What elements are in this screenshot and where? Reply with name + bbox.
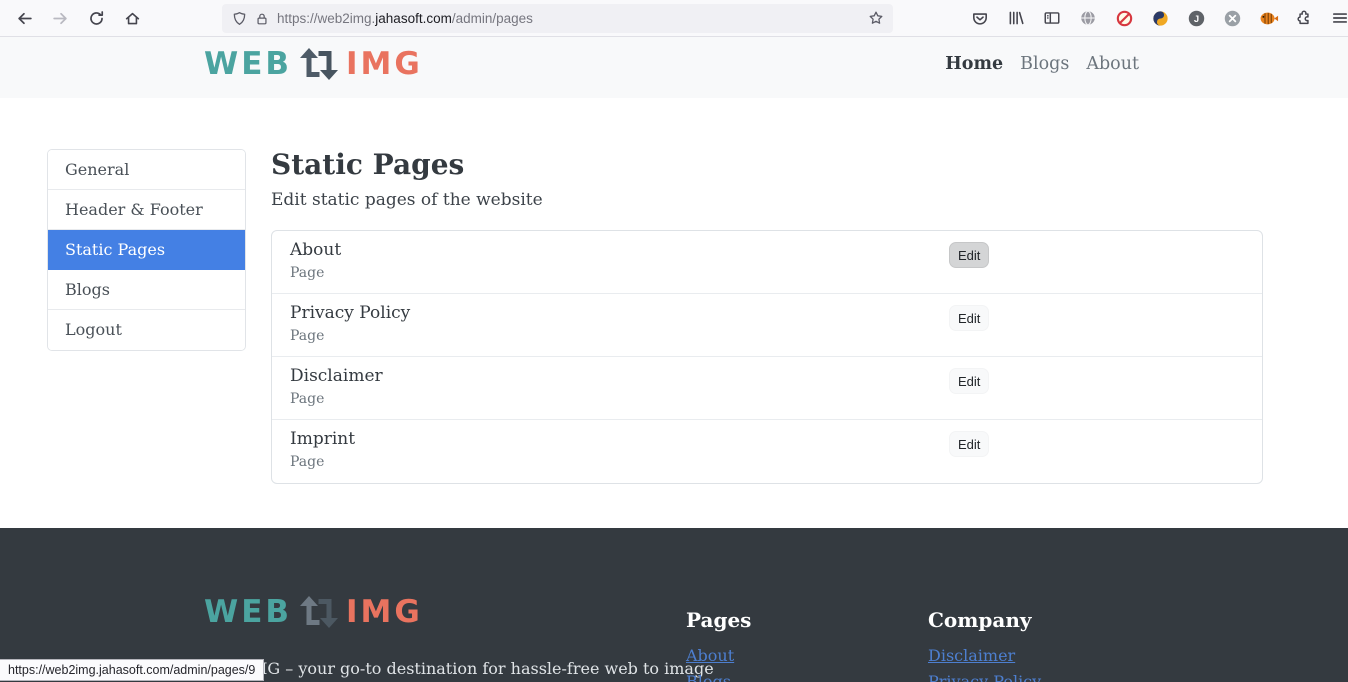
- blocker-extension-icon[interactable]: [1106, 2, 1142, 34]
- footer-pages-column: Pages About Blogs: [686, 608, 751, 682]
- site-header: WEB IMG Home Blogs About: [0, 37, 1348, 98]
- static-page-row: About Page Edit: [272, 231, 1262, 294]
- j-avatar-extension-icon[interactable]: J: [1178, 2, 1214, 34]
- footer-link[interactable]: Disclaimer: [928, 646, 1015, 665]
- toolbar-extensions: J: [962, 2, 1348, 34]
- bookmark-star-icon[interactable]: [868, 10, 884, 29]
- nav-link[interactable]: Blogs: [1020, 54, 1069, 74]
- static-pages-list: About Page Edit Privacy Policy Page Edit…: [271, 230, 1263, 484]
- page-title: Static Pages: [271, 148, 465, 181]
- forward-icon: [52, 12, 67, 24]
- footer-logo-web-text: WEB: [204, 594, 292, 630]
- page-subtitle: Edit static pages of the website: [271, 190, 543, 210]
- static-page-row: Imprint Page Edit: [272, 420, 1262, 483]
- edit-button[interactable]: Edit: [949, 242, 990, 268]
- sidebar-toggle-icon[interactable]: [1034, 2, 1070, 34]
- home-button[interactable]: [116, 2, 148, 34]
- globe-extension-icon[interactable]: [1070, 2, 1106, 34]
- footer-link-item: Disclaimer: [928, 643, 1041, 669]
- reload-icon: [89, 10, 103, 25]
- fish-extension-icon[interactable]: [1250, 2, 1286, 34]
- logo-web-text: WEB: [204, 46, 292, 82]
- sidebar-item[interactable]: Blogs: [48, 270, 245, 310]
- footer-company-links: Disclaimer Privacy Policy: [928, 643, 1041, 682]
- browser-toolbar: https://web2img. jahasoft.com/admin/pages…: [0, 0, 1348, 37]
- static-page-row: Privacy Policy Page Edit: [272, 294, 1262, 357]
- edit-button[interactable]: Edit: [949, 368, 990, 394]
- footer-link-item: About: [686, 643, 751, 669]
- menu-hamburger-icon[interactable]: [1322, 2, 1348, 34]
- sidebar-item[interactable]: Header & Footer: [48, 190, 245, 230]
- sidebar-item[interactable]: Static Pages: [48, 230, 245, 270]
- url-domain: jahasoft.com: [375, 11, 452, 26]
- browser-nav-buttons: [8, 2, 148, 34]
- site-logo[interactable]: WEB IMG: [204, 46, 423, 82]
- home-icon: [125, 12, 139, 24]
- footer-logo-img-text: IMG: [346, 594, 423, 630]
- footer-link[interactable]: About: [686, 646, 734, 665]
- sidebar-item[interactable]: General: [48, 150, 245, 190]
- reload-button[interactable]: [80, 2, 112, 34]
- url-prefix: https://web2img.: [277, 11, 376, 26]
- edit-button[interactable]: Edit: [949, 305, 990, 331]
- static-page-title: Privacy Policy: [290, 303, 411, 323]
- logo-img-text: IMG: [346, 46, 423, 82]
- static-page-row: Disclaimer Page Edit: [272, 357, 1262, 420]
- static-page-type: Page: [290, 265, 325, 281]
- svg-text:J: J: [1193, 14, 1198, 25]
- footer-link-item: Privacy Policy: [928, 669, 1041, 682]
- site-nav: Home Blogs About: [945, 54, 1139, 74]
- static-page-type: Page: [290, 454, 325, 470]
- footer-company-column: Company Disclaimer Privacy Policy: [928, 608, 1041, 682]
- nav-link[interactable]: About: [1086, 54, 1139, 74]
- sidebar-item[interactable]: Logout: [48, 310, 245, 350]
- footer-pages-links: About Blogs: [686, 643, 751, 682]
- swap-arrows-icon: [300, 596, 338, 628]
- lock-icon[interactable]: [255, 12, 269, 26]
- swirl-extension-icon[interactable]: [1142, 2, 1178, 34]
- footer-tagline: MG – your go-to destination for hassle-f…: [251, 659, 714, 678]
- footer-link-item: Blogs: [686, 669, 751, 682]
- static-page-title: About: [290, 240, 342, 260]
- static-page-type: Page: [290, 391, 325, 407]
- back-button[interactable]: [8, 2, 40, 34]
- static-page-title: Disclaimer: [290, 366, 383, 386]
- url-path: /admin/pages: [451, 11, 533, 26]
- swap-arrows-icon: [300, 48, 338, 80]
- footer-column-heading: Company: [928, 608, 1032, 632]
- footer-logo[interactable]: WEB IMG: [204, 594, 423, 630]
- nav-link[interactable]: Home: [945, 54, 1003, 74]
- footer-column-heading: Pages: [686, 608, 752, 632]
- url-bar[interactable]: https://web2img. jahasoft.com/admin/pages: [222, 4, 893, 33]
- forward-button[interactable]: [44, 2, 76, 34]
- x-circle-extension-icon[interactable]: [1214, 2, 1250, 34]
- static-page-title: Imprint: [290, 429, 356, 449]
- pocket-icon[interactable]: [962, 2, 998, 34]
- edit-button[interactable]: Edit: [949, 431, 990, 457]
- link-status-popup: https://web2img.jahasoft.com/admin/pages…: [0, 659, 265, 681]
- library-icon[interactable]: [998, 2, 1034, 34]
- admin-sidebar: General Header & Footer Static Pages Blogs L…: [47, 149, 246, 351]
- footer-link[interactable]: Blogs: [686, 672, 731, 682]
- extensions-puzzle-icon[interactable]: [1286, 2, 1322, 34]
- footer-link[interactable]: Privacy Policy: [928, 672, 1041, 682]
- back-icon: [17, 12, 32, 24]
- tracking-shield-icon[interactable]: [232, 11, 247, 26]
- static-page-type: Page: [290, 328, 325, 344]
